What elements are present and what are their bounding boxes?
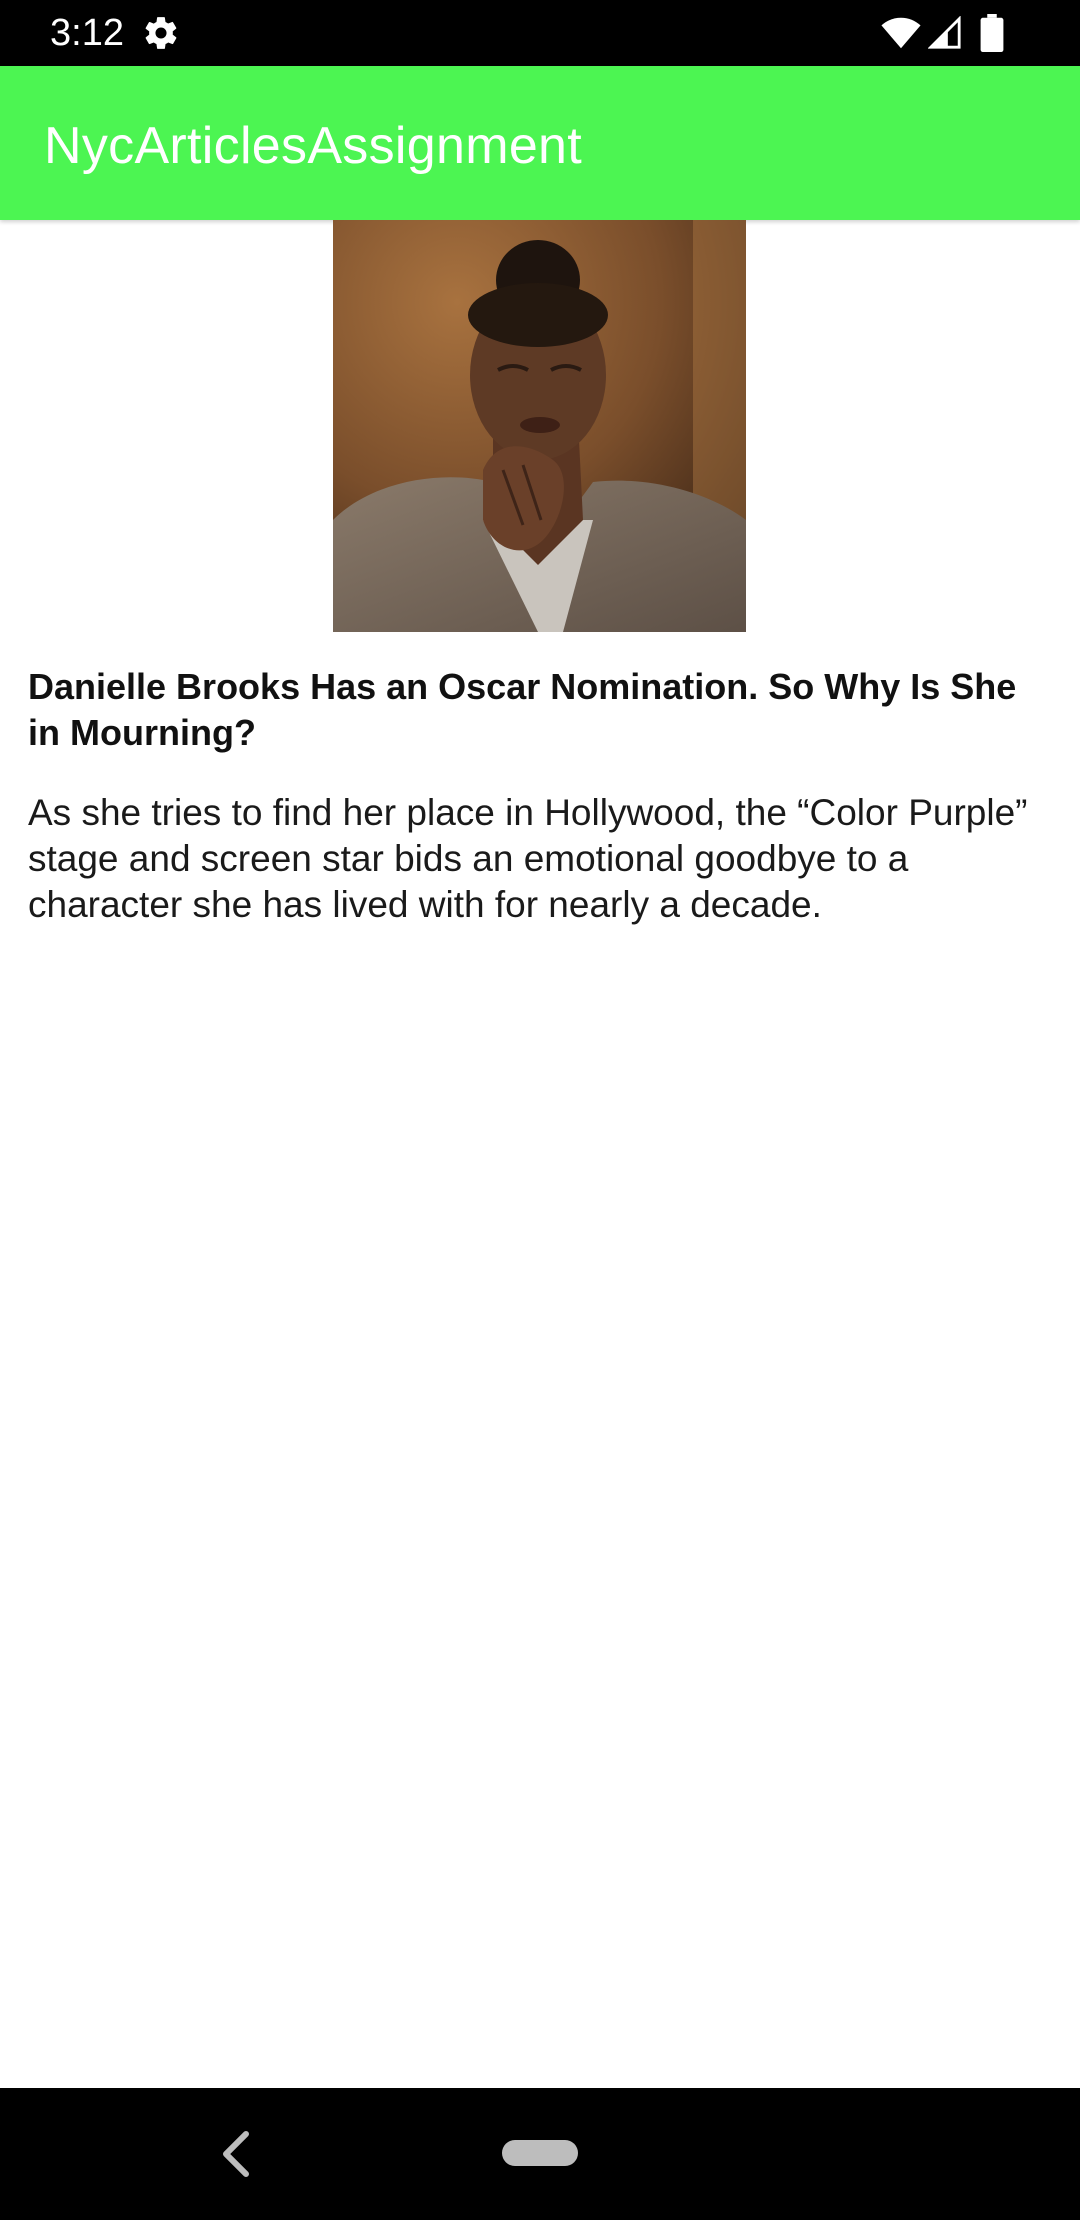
home-pill-icon[interactable]	[502, 2140, 578, 2166]
wifi-icon	[881, 17, 921, 49]
article-headline: Danielle Brooks Has an Oscar Nomination.…	[28, 666, 1017, 753]
app-bar: NycArticlesAssignment	[0, 66, 1080, 220]
article-image	[333, 220, 746, 632]
app-title: NycArticlesAssignment	[44, 117, 583, 175]
signal-icon	[928, 16, 961, 49]
article-abstract: As she tries to find her place in Hollyw…	[28, 792, 1028, 925]
status-bar: 3:12	[0, 0, 1080, 66]
status-time: 3:12	[50, 12, 124, 54]
battery-icon	[980, 14, 1004, 52]
settings-icon	[145, 17, 177, 49]
back-icon[interactable]	[214, 2122, 262, 2186]
navigation-bar	[0, 2088, 1080, 2220]
